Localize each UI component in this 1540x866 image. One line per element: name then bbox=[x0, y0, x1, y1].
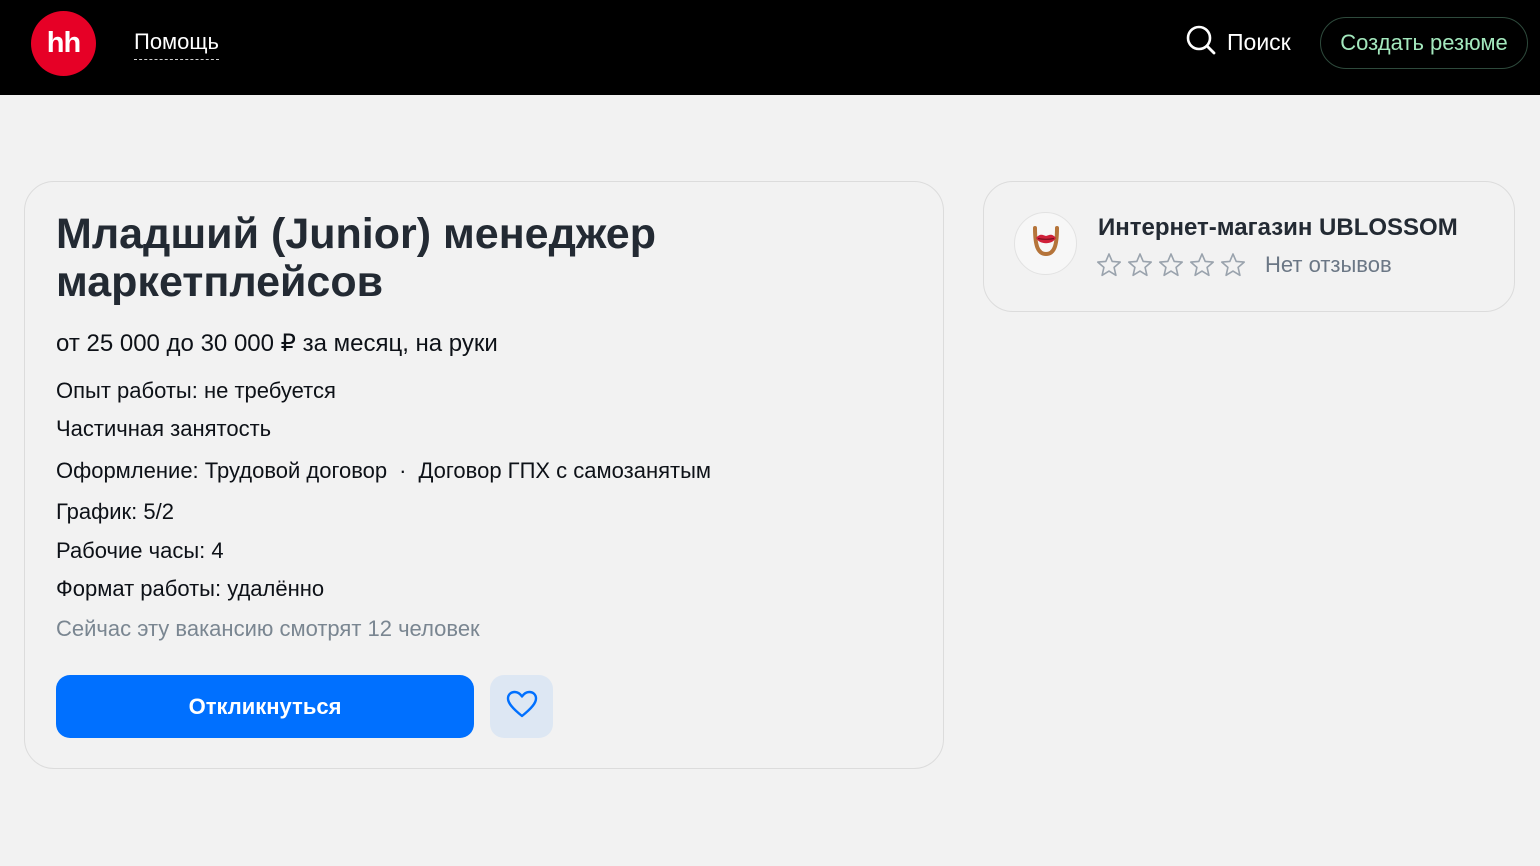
reviews-link[interactable]: Нет отзывов bbox=[1265, 252, 1392, 278]
help-link[interactable]: Помощь bbox=[134, 28, 219, 60]
vacancy-title: Младший (Junior) менеджер маркетплейсов bbox=[56, 210, 656, 306]
separator-dot: · bbox=[399, 458, 407, 483]
schedule: График: 5/2 bbox=[56, 499, 174, 524]
work-format: Формат работы: удалённо bbox=[56, 576, 325, 601]
rating-stars bbox=[1096, 252, 1246, 278]
search-button[interactable]: Поиск bbox=[1185, 24, 1291, 60]
star-icon bbox=[1128, 253, 1152, 277]
salary: от 25 000 до 30 000 ₽ за месяц, на руки bbox=[56, 330, 498, 357]
search-icon bbox=[1185, 24, 1217, 61]
employer-card: Интернет-магазин UBLOSSOM Нет отзывов bbox=[983, 181, 1515, 312]
heart-icon bbox=[506, 690, 538, 723]
apply-button[interactable]: Откликнуться bbox=[56, 675, 474, 738]
create-resume-button[interactable]: Создать резюме bbox=[1320, 17, 1528, 69]
viewers-count: Сейчас эту вакансию смотрят 12 человек bbox=[56, 616, 480, 641]
contract-main: Оформление: Трудовой договор bbox=[56, 458, 388, 483]
employment-type: Частичная занятость bbox=[56, 416, 272, 441]
top-header: hh Помощь Поиск Создать резюме bbox=[0, 0, 1540, 95]
star-icon bbox=[1190, 253, 1214, 277]
working-hours: Рабочие часы: 4 bbox=[56, 538, 224, 563]
hh-logo[interactable]: hh bbox=[31, 11, 96, 76]
favorite-button[interactable] bbox=[490, 675, 553, 738]
star-icon bbox=[1097, 253, 1121, 277]
search-label: Поиск bbox=[1227, 28, 1291, 55]
lips-logo-icon bbox=[1029, 224, 1063, 263]
employer-logo[interactable] bbox=[1014, 212, 1077, 275]
contract-type: Оформление: Трудовой договор · Договор ГПХ… bbox=[56, 456, 711, 486]
experience: Опыт работы: не требуется bbox=[56, 378, 336, 403]
vacancy-card: Младший (Junior) менеджер маркетплейсов … bbox=[24, 181, 944, 769]
star-icon bbox=[1159, 253, 1183, 277]
star-icon bbox=[1221, 253, 1245, 277]
contract-extra: Договор ГПХ с самозанятым bbox=[418, 458, 712, 483]
employer-name[interactable]: Интернет-магазин UBLOSSOM bbox=[1098, 214, 1458, 242]
